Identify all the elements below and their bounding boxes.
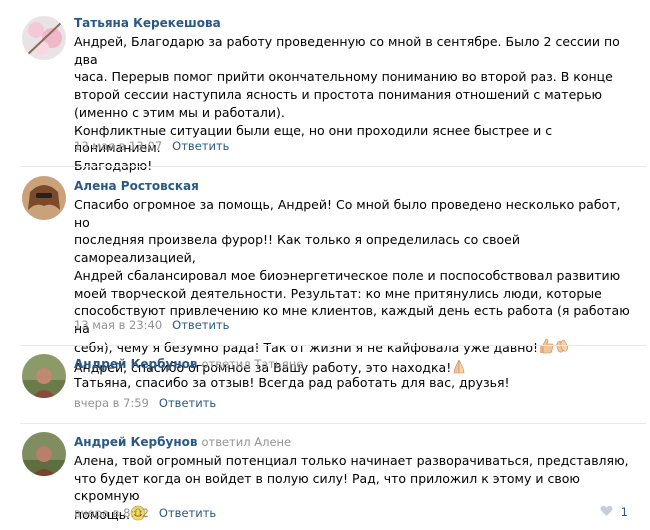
comment-text: Спасибо огромное за помощь, Андрей! Со м…: [74, 196, 634, 379]
divider: [20, 423, 646, 424]
comment-meta: 13 мая в 23:40 Ответить: [74, 317, 229, 333]
comment-date[interactable]: 13 мая в 23:40: [74, 318, 162, 332]
reply-button[interactable]: Ответить: [159, 506, 216, 520]
text-line: Андрей сбалансировал мое биоэнергетическ…: [74, 267, 621, 283]
comment-meta: вчера в 8:02 Ответить: [74, 505, 216, 521]
comment-author[interactable]: Татьяна Керекешова: [74, 15, 221, 31]
comment-date[interactable]: вчера в 8:02: [74, 506, 149, 520]
comment-author[interactable]: Андрей Кербунов ответил Алене: [74, 434, 291, 450]
text-line: Спасибо огромное за помощь, Андрей! Со м…: [74, 197, 621, 230]
reply-button[interactable]: Ответить: [172, 318, 229, 332]
comment-meta: 13 мая в 13:07 Ответить: [74, 138, 229, 154]
text-line: моей творческой деятельности. Результат:…: [74, 285, 602, 301]
text-line: последняя произвела фурор!! Как только я…: [74, 232, 520, 266]
avatar[interactable]: [22, 176, 66, 220]
comment-text: Татьяна, спасибо за отзыв! Всегда рад ра…: [74, 375, 510, 390]
like-button[interactable]: 1: [600, 505, 628, 520]
reply-button[interactable]: Ответить: [159, 396, 216, 410]
reply-button[interactable]: Ответить: [172, 139, 229, 153]
avatar[interactable]: [22, 432, 66, 476]
clapping-hands-emoji: [554, 338, 570, 359]
comment-date[interactable]: вчера в 7:59: [74, 396, 149, 410]
heart-icon: [600, 505, 613, 520]
comment-author[interactable]: Алена Ростовская: [74, 178, 199, 194]
divider: [20, 345, 646, 346]
reply-to-label[interactable]: ответил Татьяне: [201, 357, 303, 371]
comment-date[interactable]: 13 мая в 13:07: [74, 139, 162, 153]
avatar[interactable]: [22, 16, 66, 60]
avatar[interactable]: [22, 354, 66, 398]
comment-meta: вчера в 7:59 Ответить: [74, 395, 216, 411]
like-count: 1: [620, 505, 628, 519]
comment-author[interactable]: Андрей Кербунов ответил Татьяне: [74, 356, 303, 372]
thumbs-up-emoji: [538, 338, 554, 359]
reply-to-label[interactable]: ответил Алене: [201, 435, 291, 449]
divider: [20, 166, 646, 167]
